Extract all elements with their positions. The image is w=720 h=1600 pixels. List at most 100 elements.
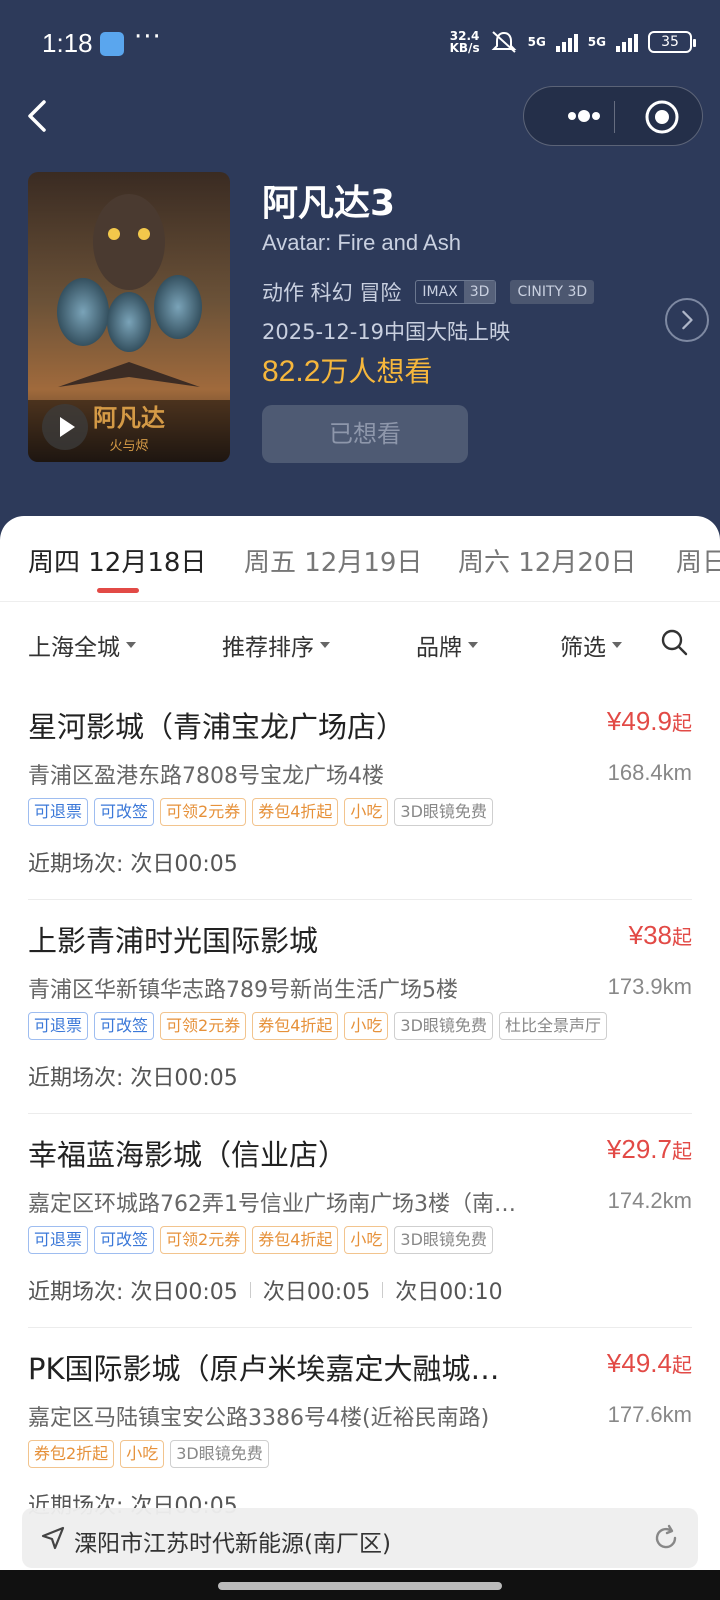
cinema-distance: 177.6km	[607, 1402, 692, 1427]
cinema-price: ¥38起	[628, 920, 692, 950]
tag-3d-glasses: 3D眼镜免费	[170, 1440, 269, 1468]
cinema-showtimes: 近期场次: 次日00:05	[28, 852, 238, 877]
tag-coupon-pack: 券包4折起	[252, 798, 339, 826]
tab-date-2[interactable]: 周六 12月20日	[458, 542, 636, 579]
cinema-price: ¥49.9起	[606, 706, 692, 736]
current-location-bar[interactable]: 溧阳市江苏时代新能源(南厂区)	[22, 1508, 698, 1568]
filter-city[interactable]: 上海全城	[28, 628, 136, 662]
system-nav-bar	[0, 1570, 720, 1600]
network-speed: 32.4 KB/s	[449, 29, 480, 55]
signal-icon-2	[616, 32, 638, 52]
cinema-address: 嘉定区环城路762弄1号信业广场南广场3楼（南…	[28, 1192, 516, 1217]
tag-snacks: 小吃	[344, 1012, 389, 1040]
tag-snacks: 小吃	[120, 1440, 165, 1468]
movie-title: 阿凡达3	[262, 183, 396, 224]
release-date: 2025-12-19中国大陆上映	[262, 320, 511, 344]
format-badge-imax-3d: IMAX 3D	[415, 280, 497, 304]
cinema-name: 幸福蓝海影城（信业店）	[28, 1138, 348, 1172]
status-bar: 1:18 ··· 32.4 KB/s 5G 5G 35	[0, 0, 720, 84]
cinema-name: 星河影城（青浦宝龙广场店）	[28, 710, 406, 744]
tag-snacks: 小吃	[344, 1226, 389, 1254]
cinema-distance: 173.9km	[607, 974, 692, 999]
cinema-item[interactable]: 上影青浦时光国际影城 ¥38起 青浦区华新镇华志路789号新尚生活广场5楼 17…	[28, 900, 692, 1114]
cinema-tags: 可退票 可改签 可领2元券 券包4折起 小吃 3D眼镜免费	[28, 798, 493, 826]
notification-app-icon	[100, 32, 124, 56]
search-icon[interactable]	[660, 628, 688, 656]
movie-genres: 动作 科幻 冒险	[262, 281, 402, 305]
close-mini-program-icon[interactable]	[644, 99, 680, 135]
tag-reschedulable: 可改签	[94, 798, 155, 826]
cinema-list-sheet: 周四 12月18日 周五 12月19日 周六 12月20日 周日 上海全城 推荐…	[0, 516, 720, 1600]
more-options-icon[interactable]	[554, 101, 614, 131]
cinema-item[interactable]: 星河影城（青浦宝龙广场店） ¥49.9起 青浦区盈港东路7808号宝龙广场4楼 …	[28, 686, 692, 900]
home-indicator[interactable]	[218, 1582, 502, 1590]
wanted-button[interactable]: 已想看	[262, 405, 468, 463]
tab-date-3[interactable]: 周日	[676, 542, 720, 579]
movie-poster[interactable]: 阿凡达 火与烬	[28, 172, 230, 462]
tab-date-0[interactable]: 周四 12月18日	[28, 542, 206, 579]
poster-title-text: 阿凡达	[93, 404, 165, 432]
poster-subtitle-text: 火与烬	[109, 438, 148, 454]
filter-more[interactable]: 筛选	[560, 628, 622, 662]
tag-coupon: 可领2元券	[160, 1012, 247, 1040]
sim1-label: 5G	[527, 35, 546, 49]
cinema-distance: 168.4km	[607, 760, 692, 785]
showtime-separator	[249, 1282, 251, 1298]
caret-down-icon	[126, 642, 136, 648]
movie-genres-row: 动作 科幻 冒险 IMAX 3D CINITY 3D	[262, 277, 595, 307]
filter-brand[interactable]: 品牌	[416, 628, 478, 662]
tag-3d-glasses: 3D眼镜免费	[394, 1012, 493, 1040]
movie-english-title: Avatar: Fire and Ash	[262, 230, 461, 255]
tag-refundable: 可退票	[28, 798, 89, 826]
status-time: 1:18	[42, 28, 93, 58]
tag-3d-glasses: 3D眼镜免费	[394, 798, 493, 826]
refresh-icon[interactable]	[652, 1524, 680, 1552]
cinema-item[interactable]: 幸福蓝海影城（信业店） ¥29.7起 嘉定区环城路762弄1号信业广场南广场3楼…	[28, 1114, 692, 1328]
format-badge-cinity: CINITY 3D	[510, 280, 595, 304]
more-notifications-icon: ···	[134, 22, 162, 52]
active-tab-indicator	[97, 588, 139, 593]
wants-count: 82.2万人想看	[262, 355, 433, 388]
status-icons: 32.4 KB/s 5G 5G 35	[449, 29, 696, 55]
cinema-address: 嘉定区马陆镇宝安公路3386号4楼(近裕民南路)	[28, 1406, 490, 1431]
tag-3d-glasses: 3D眼镜免费	[394, 1226, 493, 1254]
caret-down-icon	[468, 642, 478, 648]
cinema-showtimes: 近期场次: 次日00:05 次日00:05 次日00:10	[28, 1280, 503, 1305]
tag-snacks: 小吃	[344, 798, 389, 826]
sim2-label: 5G	[587, 35, 606, 49]
cinema-tags: 券包2折起 小吃 3D眼镜免费	[28, 1440, 269, 1468]
tag-refundable: 可退票	[28, 1226, 89, 1254]
movie-detail-chevron-icon[interactable]	[665, 298, 709, 342]
location-arrow-icon	[41, 1526, 65, 1550]
cinema-distance: 174.2km	[607, 1188, 692, 1213]
location-text: 溧阳市江苏时代新能源(南厂区)	[74, 1531, 391, 1557]
back-arrow-icon[interactable]	[20, 96, 60, 136]
tag-coupon-pack: 券包4折起	[252, 1012, 339, 1040]
showtime-separator	[382, 1282, 384, 1298]
capsule-divider	[614, 101, 615, 133]
battery-icon: 35	[648, 31, 696, 53]
tag-reschedulable: 可改签	[94, 1012, 155, 1040]
play-trailer-icon[interactable]	[42, 404, 88, 450]
tag-refundable: 可退票	[28, 1012, 89, 1040]
signal-icon-1	[555, 32, 578, 52]
tag-reschedulable: 可改签	[94, 1226, 155, 1254]
cinema-name: 上影青浦时光国际影城	[28, 924, 319, 958]
tag-coupon-pack: 券包2折起	[28, 1440, 115, 1468]
tag-coupon: 可领2元券	[160, 1226, 247, 1254]
tab-date-1[interactable]: 周五 12月19日	[244, 542, 422, 579]
caret-down-icon	[612, 642, 622, 648]
movie-header: 1:18 ··· 32.4 KB/s 5G 5G 35 阿凡达 火与烬 阿凡达3…	[0, 0, 720, 540]
filter-sort[interactable]: 推荐排序	[222, 628, 330, 662]
filter-bar: 上海全城 推荐排序 品牌 筛选	[0, 616, 720, 666]
tag-coupon-pack: 券包4折起	[252, 1226, 339, 1254]
cinema-tags: 可退票 可改签 可领2元券 券包4折起 小吃 3D眼镜免费	[28, 1226, 493, 1254]
cinema-address: 青浦区盈港东路7808号宝龙广场4楼	[28, 764, 384, 789]
tag-dolby-atmos: 杜比全景声厅	[498, 1012, 607, 1040]
mini-program-capsule	[523, 86, 703, 146]
cinema-showtimes: 近期场次: 次日00:05	[28, 1066, 238, 1091]
cinema-tags: 可退票 可改签 可领2元券 券包4折起 小吃 3D眼镜免费 杜比全景声厅	[28, 1012, 607, 1040]
cinema-price: ¥49.4起	[606, 1348, 692, 1378]
mute-icon	[491, 31, 517, 53]
cinema-address: 青浦区华新镇华志路789号新尚生活广场5楼	[28, 978, 458, 1003]
